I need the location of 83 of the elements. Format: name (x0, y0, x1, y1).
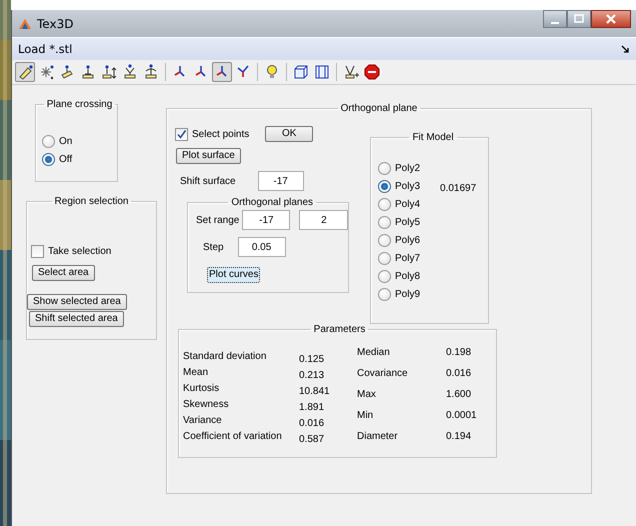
checkbox-label: Select points (192, 128, 250, 140)
checkbox[interactable] (31, 244, 44, 258)
checkbox[interactable] (175, 128, 188, 140)
parameter-label: Standard deviation (183, 351, 268, 362)
radio-button[interactable] (378, 198, 391, 210)
input-field[interactable]: -17 (258, 171, 304, 191)
field-label: Shift surface (180, 176, 236, 186)
radio-label: Poly5 (395, 216, 420, 228)
parameter-value: 0.016 (299, 417, 326, 429)
app-icon (18, 16, 32, 30)
radio-button[interactable] (378, 234, 391, 246)
radio-label: On (59, 136, 72, 146)
window-title: Tex3D (37, 16, 74, 30)
parameter-label: Min (357, 410, 374, 421)
panel-title: Parameters (312, 324, 366, 335)
panel-title: Orthogonal plane (340, 103, 418, 114)
panel-title: Plane crossing (46, 99, 114, 110)
input-field[interactable]: -17 (242, 210, 290, 230)
minimize-button[interactable] (543, 10, 567, 28)
stop-icon (363, 63, 381, 81)
input-field[interactable]: 2 (299, 210, 348, 230)
radio-button[interactable] (378, 270, 391, 282)
toolbar-button[interactable] (212, 62, 232, 82)
radio-button[interactable] (42, 152, 55, 166)
parameter-label: Diameter (357, 431, 399, 442)
frame-icon (313, 63, 331, 81)
radio-button[interactable] (378, 288, 391, 300)
toolbar-button[interactable] (362, 62, 382, 82)
menu-item[interactable]: Load *.stl (18, 42, 72, 56)
checkbox-label: Take selection (48, 246, 112, 256)
panel-title: Fit Model (411, 132, 455, 143)
fit-value: 0.01697 (440, 183, 476, 194)
parameter-label: Max (357, 389, 377, 400)
toolbar-button[interactable] (15, 62, 35, 82)
radio-label: Poly3 (395, 180, 420, 192)
parameter-value: 0.194 (446, 431, 472, 442)
parameter-label: Variance (183, 415, 223, 426)
radio-button[interactable] (378, 162, 391, 174)
button[interactable]: Plot curves (207, 267, 260, 283)
panel-title: Region selection (54, 196, 130, 207)
parameter-label: Mean (183, 367, 210, 378)
parameter-value: 0.016 (446, 368, 472, 379)
parameter-value: 1.891 (299, 401, 326, 413)
maximize-button[interactable] (567, 10, 591, 28)
button[interactable]: Shift selected area (29, 311, 124, 327)
panel-title: Orthogonal planes (230, 197, 314, 208)
parameter-label: Covariance (357, 368, 409, 379)
radio-button[interactable] (378, 180, 391, 192)
dock-arrow-icon[interactable] (621, 44, 630, 54)
cube-icon (292, 63, 310, 81)
parameter-label: Skewness (183, 399, 230, 410)
parameter-label: Median (357, 347, 391, 358)
button[interactable]: Show selected area (27, 294, 127, 310)
radio-label: Poly7 (395, 252, 420, 264)
button[interactable]: Select area (32, 265, 95, 281)
parameter-value: 0.125 (299, 353, 326, 365)
input-field[interactable]: 0.05 (238, 237, 286, 257)
parameter-value: 1.600 (446, 389, 472, 400)
parameter-value: 0.587 (299, 433, 326, 445)
radio-button[interactable] (42, 134, 55, 148)
button[interactable]: Plot surface (176, 148, 241, 164)
parameter-value: 0.198 (446, 347, 472, 358)
maximize-icon (574, 14, 584, 24)
radio-label: Poly4 (395, 198, 420, 210)
radio-button[interactable] (378, 216, 391, 228)
field-label: Set range (196, 214, 240, 226)
minimize-icon (551, 22, 559, 24)
parameter-value: 0.213 (299, 369, 326, 381)
close-icon (605, 13, 617, 25)
marker-icon (100, 63, 118, 81)
parameter-value: 10.841 (299, 385, 331, 397)
radio-label: Poly6 (395, 234, 420, 246)
parameter-label: Coefficient of variation (183, 431, 283, 442)
radio-label: Poly2 (395, 162, 420, 174)
radio-label: Poly9 (395, 288, 420, 300)
radio-label: Off (59, 154, 72, 164)
radio-label: Poly8 (395, 270, 420, 282)
radio-button[interactable] (378, 252, 391, 264)
field-label: Step (203, 242, 224, 252)
parameter-value: 0.0001 (446, 410, 478, 421)
close-button[interactable] (591, 10, 631, 28)
button[interactable]: OK (265, 126, 314, 142)
parameter-label: Kurtosis (183, 383, 220, 394)
